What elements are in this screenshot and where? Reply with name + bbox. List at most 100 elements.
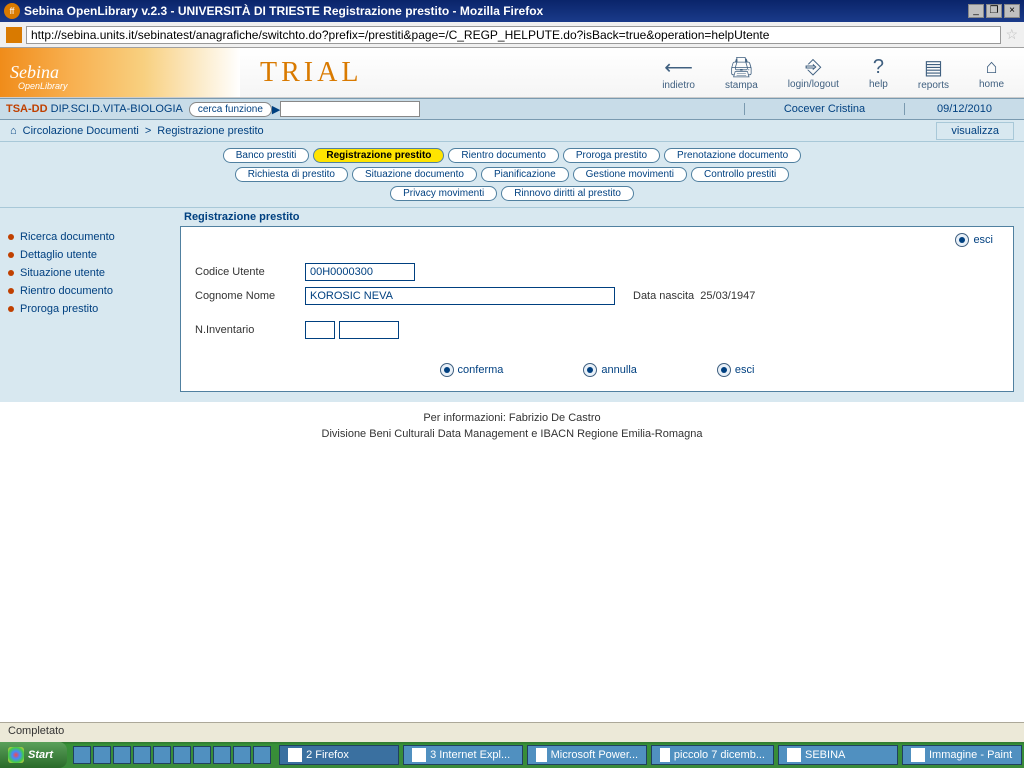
tab-privacy-movimenti[interactable]: Privacy movimenti [390, 186, 497, 201]
cognome-nome-input[interactable] [305, 287, 615, 305]
inventario-input-1[interactable] [305, 321, 335, 339]
quicklaunch-icon[interactable] [153, 746, 171, 764]
inventario-input-2[interactable] [339, 321, 399, 339]
help-button[interactable]: ?help [869, 56, 888, 90]
institution: TSA-DD DIP.SCI.D.VITA-BIOLOGIA [0, 103, 189, 115]
sidebar-item-situazione-utente[interactable]: Situazione utente [8, 264, 172, 282]
windows-taskbar: Start 2 Firefox3 Internet Expl...Microso… [0, 742, 1024, 768]
tab-proroga-prestito[interactable]: Proroga prestito [563, 148, 660, 163]
form-panel: Registrazione prestito esci Codice Utent… [180, 208, 1024, 402]
bookmark-star-icon[interactable]: ☆ [1005, 26, 1018, 43]
radio-icon [955, 233, 969, 247]
codice-utente-input[interactable] [305, 263, 415, 281]
tab-pianificazione[interactable]: Pianificazione [481, 167, 569, 182]
codice-utente-label: Codice Utente [195, 266, 295, 278]
main-area: Ricerca documentoDettaglio utenteSituazi… [0, 208, 1024, 402]
tab-banco-prestiti[interactable]: Banco prestiti [223, 148, 310, 163]
taskbar-item[interactable]: piccolo 7 dicemb... [651, 745, 774, 765]
bullet-icon [8, 288, 14, 294]
quicklaunch-icon[interactable] [73, 746, 91, 764]
bullet-icon [8, 306, 14, 312]
quicklaunch-icon[interactable] [173, 746, 191, 764]
login-button[interactable]: ⎆login/logout [788, 56, 839, 90]
taskbar-item[interactable]: SEBINA [778, 745, 898, 765]
app-icon [536, 748, 547, 762]
app-icon [412, 748, 426, 762]
panel-title: Registrazione prestito [180, 208, 1014, 226]
sidebar-item-proroga-prestito[interactable]: Proroga prestito [8, 300, 172, 318]
breadcrumb: ⌂ Circolazione Documenti > Registrazione… [0, 120, 1024, 142]
print-button[interactable]: 🖨stampa [725, 55, 758, 91]
firefox-icon: ff [4, 3, 20, 19]
quicklaunch-icon[interactable] [113, 746, 131, 764]
quicklaunch-icon[interactable] [133, 746, 151, 764]
reports-button[interactable]: ▤reports [918, 55, 949, 91]
function-search-input[interactable] [280, 101, 420, 117]
minimize-button[interactable]: _ [968, 4, 984, 18]
tab-richiesta-di-prestito[interactable]: Richiesta di prestito [235, 167, 348, 182]
windows-logo-icon [8, 747, 24, 763]
window-title: Sebina OpenLibrary v.2.3 - UNIVERSITÀ DI… [24, 4, 968, 18]
logo: Sebina OpenLibrary [0, 48, 240, 97]
bullet-icon [8, 252, 14, 258]
browser-statusbar: Completato [0, 722, 1024, 742]
tab-gestione-movimenti[interactable]: Gestione movimenti [573, 167, 687, 182]
breadcrumb-home-icon[interactable]: ⌂ [10, 125, 17, 137]
trial-label: Trial [240, 57, 362, 89]
bullet-icon [8, 270, 14, 276]
footer-line1: Per informazioni: Fabrizio De Castro [0, 402, 1024, 428]
quicklaunch-icon[interactable] [253, 746, 271, 764]
close-button[interactable]: × [1004, 4, 1020, 18]
search-label: cerca funzione [189, 102, 272, 117]
visualizza-button[interactable]: visualizza [936, 122, 1014, 140]
sidebar-item-rientro-documento[interactable]: Rientro documento [8, 282, 172, 300]
back-button[interactable]: ⟵indietro [662, 55, 695, 91]
login-icon: ⎆ [788, 56, 839, 79]
current-user: Cocever Cristina [744, 103, 904, 115]
start-button[interactable]: Start [0, 742, 67, 768]
taskbar-item[interactable]: 3 Internet Expl... [403, 745, 523, 765]
taskbar-item[interactable]: Immagine - Paint [902, 745, 1022, 765]
quicklaunch-icon[interactable] [193, 746, 211, 764]
function-search: cerca funzione▶ [189, 101, 421, 117]
url-input[interactable] [26, 26, 1001, 44]
window-buttons: _ ❐ × [968, 4, 1020, 18]
breadcrumb-l2: Registrazione prestito [157, 125, 263, 137]
conferma-button[interactable]: conferma [440, 363, 504, 377]
esci-button[interactable]: esci [717, 363, 755, 377]
back-arrow-icon: ⟵ [662, 55, 695, 80]
tab-rinnovo-diritti-al-prestito[interactable]: Rinnovo diritti al prestito [501, 186, 634, 201]
radio-icon [717, 363, 731, 377]
action-row: conferma annulla esci [195, 359, 999, 381]
tab-situazione-documento[interactable]: Situazione documento [352, 167, 477, 182]
quicklaunch-icon[interactable] [233, 746, 251, 764]
quicklaunch-icon[interactable] [93, 746, 111, 764]
header-toolbar: ⟵indietro 🖨stampa ⎆login/logout ?help ▤r… [662, 48, 1024, 97]
radio-icon [583, 363, 597, 377]
sidebar-item-dettaglio-utente[interactable]: Dettaglio utente [8, 246, 172, 264]
tab-row: Banco prestitiRegistrazione prestito Rien… [0, 142, 1024, 208]
taskbar-item[interactable]: 2 Firefox [279, 745, 399, 765]
esci-top-button[interactable]: esci [955, 233, 993, 247]
reports-icon: ▤ [918, 55, 949, 80]
footer-line2: Divisione Beni Culturali Data Management… [0, 428, 1024, 450]
address-bar: ☆ [0, 22, 1024, 48]
app-header: Sebina OpenLibrary Trial ⟵indietro 🖨stam… [0, 48, 1024, 98]
maximize-button[interactable]: ❐ [986, 4, 1002, 18]
annulla-button[interactable]: annulla [583, 363, 636, 377]
breadcrumb-l1[interactable]: Circolazione Documenti [23, 125, 139, 137]
home-icon: ⌂ [979, 56, 1004, 79]
tab-controllo-prestiti[interactable]: Controllo prestiti [691, 167, 789, 182]
tab-rientro-documento[interactable]: Rientro documento [448, 148, 559, 163]
taskbar-item[interactable]: Microsoft Power... [527, 745, 647, 765]
app-icon [288, 748, 302, 762]
tab-prenotazione-documento[interactable]: Prenotazione documento [664, 148, 801, 163]
sidebar-item-ricerca-documento[interactable]: Ricerca documento [8, 228, 172, 246]
tab-registrazione-prestito[interactable]: Registrazione prestito [313, 148, 444, 163]
panel-body: esci Codice Utente Cognome Nome Data nas… [180, 226, 1014, 392]
home-button[interactable]: ⌂home [979, 56, 1004, 90]
quicklaunch-icon[interactable] [213, 746, 231, 764]
info-bar: TSA-DD DIP.SCI.D.VITA-BIOLOGIA cerca fun… [0, 98, 1024, 120]
quick-launch [67, 746, 277, 764]
cognome-nome-label: Cognome Nome [195, 290, 295, 302]
